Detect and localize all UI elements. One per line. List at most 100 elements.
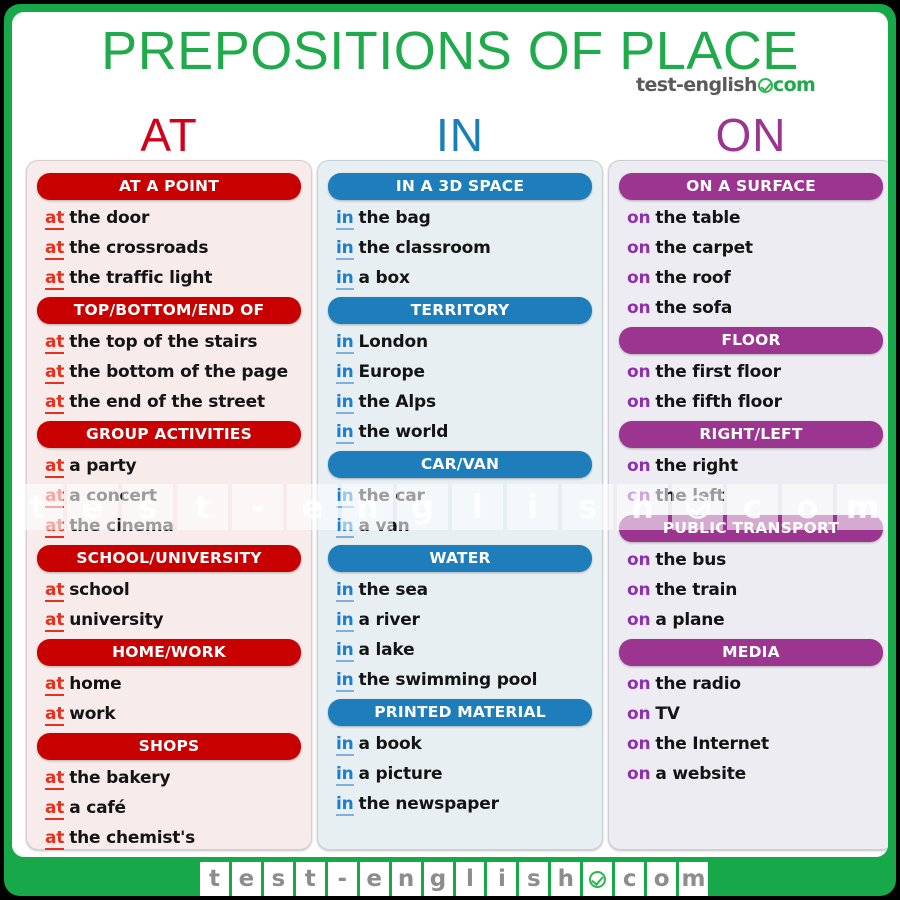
section-heading: WATER bbox=[328, 545, 592, 572]
phrase-text: the cinema bbox=[69, 516, 174, 536]
preposition-token: in bbox=[336, 422, 354, 444]
preposition-token: in bbox=[336, 794, 354, 816]
footer-check-circle-icon bbox=[583, 862, 613, 896]
preposition-token: on bbox=[627, 734, 651, 754]
poster-sheet: PREPOSITIONS OF PLACE test-english com A… bbox=[12, 12, 888, 857]
preposition-token: in bbox=[336, 362, 354, 384]
phrase-text: TV bbox=[655, 704, 680, 724]
list-item: in the Alps bbox=[326, 387, 594, 417]
footer-letter: n bbox=[391, 862, 421, 896]
footer-letter: h bbox=[551, 862, 581, 896]
phrase-text: a picture bbox=[358, 764, 443, 784]
phrase-text: work bbox=[69, 704, 116, 724]
phrase-text: the car bbox=[358, 486, 425, 506]
list-item: on the radio bbox=[617, 669, 885, 699]
phrase-text: the bag bbox=[358, 208, 431, 228]
preposition-token: in bbox=[336, 734, 354, 756]
list-item: in Europe bbox=[326, 357, 594, 387]
list-item: at the end of the street bbox=[35, 387, 303, 417]
header-brand-logo: test-english com bbox=[636, 74, 816, 96]
phrase-text: the Alps bbox=[358, 392, 437, 412]
phrase-text: a concert bbox=[69, 486, 157, 506]
section-heading: SHOPS bbox=[37, 733, 301, 760]
phrase-text: Europe bbox=[358, 362, 425, 382]
column-at: AT A POINT at the door at the crossroads at th… bbox=[26, 160, 312, 850]
phrase-text: home bbox=[69, 674, 122, 694]
section-heading: TOP/BOTTOM/END OF bbox=[37, 297, 301, 324]
column-letter-on: ON bbox=[715, 109, 787, 161]
phrase-text: a plane bbox=[655, 610, 725, 630]
list-item: at the bakery bbox=[35, 763, 303, 793]
list-item: on a website bbox=[617, 759, 885, 789]
column-in: IN A 3D SPACE in the bag in the classroom in a… bbox=[317, 160, 603, 850]
phrase-text: the world bbox=[358, 422, 449, 442]
phrase-text: the newspaper bbox=[358, 794, 499, 814]
section-heading: TERRITORY bbox=[328, 297, 592, 324]
preposition-token: at bbox=[45, 362, 65, 384]
list-item: in the newspaper bbox=[326, 789, 594, 819]
list-item: at the door bbox=[35, 203, 303, 233]
phrase-text: the table bbox=[655, 208, 741, 228]
phrase-text: a website bbox=[655, 764, 746, 784]
phrase-text: the bottom of the page bbox=[69, 362, 288, 382]
list-item: on the sofa bbox=[617, 293, 885, 323]
list-item: in a lake bbox=[326, 635, 594, 665]
phrase-text: the first floor bbox=[655, 362, 781, 382]
section-heading: AT A POINT bbox=[37, 173, 301, 200]
preposition-token: at bbox=[45, 332, 65, 354]
preposition-token: in bbox=[336, 208, 354, 230]
preposition-token: on bbox=[627, 208, 651, 228]
phrase-text: the end of the street bbox=[69, 392, 265, 412]
section-heading: PRINTED MATERIAL bbox=[328, 699, 592, 726]
section-heading: SCHOOL/UNIVERSITY bbox=[37, 545, 301, 572]
preposition-token: at bbox=[45, 486, 65, 508]
preposition-token: on bbox=[627, 362, 651, 382]
list-item: on the bus bbox=[617, 545, 885, 575]
phrase-text: the sofa bbox=[655, 298, 733, 318]
phrase-text: the train bbox=[655, 580, 738, 600]
preposition-token: on bbox=[627, 268, 651, 288]
phrase-text: the top of the stairs bbox=[69, 332, 258, 352]
list-item: on the left bbox=[617, 481, 885, 511]
phrase-text: the door bbox=[69, 208, 150, 228]
footer-letter: m bbox=[679, 862, 708, 896]
list-item: at the top of the stairs bbox=[35, 327, 303, 357]
preposition-token: in bbox=[336, 764, 354, 786]
phrase-text: the swimming pool bbox=[358, 670, 538, 690]
phrase-text: a van bbox=[358, 516, 410, 536]
preposition-token: at bbox=[45, 580, 65, 602]
preposition-token: on bbox=[627, 550, 651, 570]
preposition-token: on bbox=[627, 580, 651, 600]
phrase-text: the classroom bbox=[358, 238, 491, 258]
preposition-token: at bbox=[45, 268, 65, 290]
phrase-text: London bbox=[358, 332, 429, 352]
list-item: in the classroom bbox=[326, 233, 594, 263]
list-item: on the carpet bbox=[617, 233, 885, 263]
preposition-token: in bbox=[336, 392, 354, 414]
list-item: at the chemist's bbox=[35, 823, 303, 853]
list-item: at home bbox=[35, 669, 303, 699]
footer-letter: s bbox=[263, 862, 293, 896]
list-item: in a box bbox=[326, 263, 594, 293]
list-item: at university bbox=[35, 605, 303, 635]
preposition-token: in bbox=[336, 640, 354, 662]
poster-frame: PREPOSITIONS OF PLACE test-english com A… bbox=[4, 4, 896, 896]
preposition-token: in bbox=[336, 580, 354, 602]
preposition-token: at bbox=[45, 238, 65, 260]
phrase-text: a café bbox=[69, 798, 126, 818]
preposition-token: in bbox=[336, 516, 354, 538]
phrase-text: the bakery bbox=[69, 768, 171, 788]
preposition-token: at bbox=[45, 828, 65, 850]
preposition-token: on bbox=[627, 764, 651, 784]
section-heading: RIGHT/LEFT bbox=[619, 421, 883, 448]
check-circle-icon bbox=[757, 77, 773, 93]
list-item: in the sea bbox=[326, 575, 594, 605]
list-item: in the world bbox=[326, 417, 594, 447]
preposition-token: in bbox=[336, 268, 354, 290]
footer-letter: g bbox=[423, 862, 453, 896]
page-title: PREPOSITIONS OF PLACE bbox=[101, 21, 799, 81]
footer-letter: l bbox=[455, 862, 485, 896]
check-circle-icon bbox=[589, 870, 607, 888]
list-item: at work bbox=[35, 699, 303, 729]
phrase-text: the Internet bbox=[655, 734, 769, 754]
